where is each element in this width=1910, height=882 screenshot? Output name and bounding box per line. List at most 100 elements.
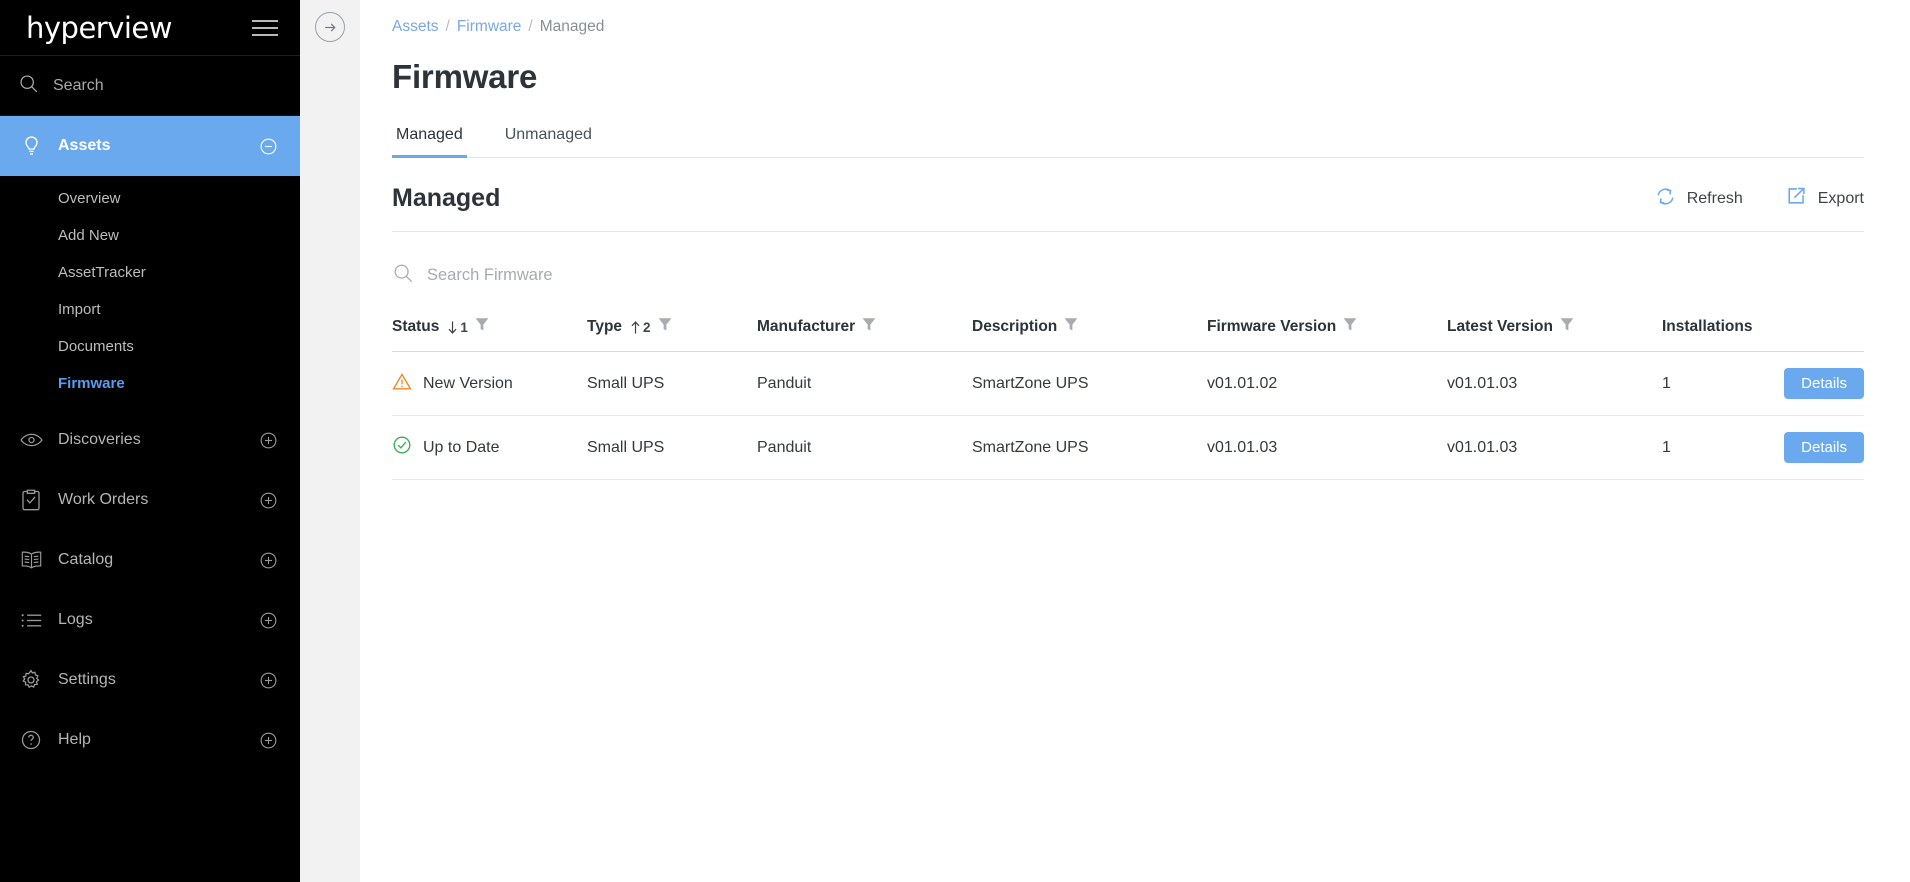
column-label: Installations [1662,318,1753,335]
tab-label: Managed [396,126,463,143]
refresh-icon [1655,186,1676,212]
table-row[interactable]: New Version Small UPS Panduit SmartZone … [392,351,1864,416]
plus-circle-icon[interactable] [258,731,278,750]
refresh-label: Refresh [1686,189,1743,207]
details-button[interactable]: Details [1784,368,1864,399]
sidebar-subitems-assets: Overview Add New AssetTracker Import Doc… [0,176,300,410]
list-icon [18,612,44,629]
column-header-status[interactable]: Status 1 [392,317,587,352]
cell-installations: 1 [1662,415,1770,480]
column-header-actions [1769,317,1864,352]
section-title: Managed [392,184,501,212]
plus-circle-icon[interactable] [258,491,278,510]
table-row[interactable]: Up to Date Small UPS Panduit SmartZone U… [392,415,1864,480]
column-header-firmware-version[interactable]: Firmware Version [1207,317,1447,352]
filter-icon[interactable] [658,317,672,337]
export-label: Export [1817,189,1864,207]
sidebar-subitem-label: Add New [58,227,119,244]
section-header: Managed Refresh Export [392,184,1864,232]
sidebar-item-firmware[interactable]: Firmware [0,365,300,402]
eye-icon [18,432,44,448]
sidebar-subitem-label: AssetTracker [58,264,146,281]
column-header-installations[interactable]: Installations [1662,317,1770,352]
filter-icon[interactable] [1343,317,1357,337]
sidebar-subitem-label: Import [58,301,101,318]
plus-circle-icon[interactable] [258,551,278,570]
column-label: Description [972,318,1058,335]
column-label: Type [587,318,623,335]
sidebar-subitem-label: Firmware [58,375,125,392]
column-header-type[interactable]: Type 2 [587,317,757,352]
cell-actions: Details [1769,351,1864,416]
column-header-description[interactable]: Description [972,317,1207,352]
tab-managed[interactable]: Managed [392,118,467,158]
cell-firmware-version: v01.01.03 [1207,415,1447,480]
warning-triangle-icon [392,372,412,396]
cell-latest-version: v01.01.03 [1447,351,1662,416]
export-button[interactable]: Export [1785,185,1864,212]
table-head: Status 1 Type 2 Manufacturer Description… [392,317,1864,352]
filter-icon[interactable] [862,317,876,337]
arrow-right-circle-icon[interactable] [315,12,345,42]
status-label: New Version [423,374,513,392]
tab-unmanaged[interactable]: Unmanaged [501,118,596,158]
breadcrumb-link-assets[interactable]: Assets [392,18,439,36]
plus-circle-icon[interactable] [258,671,278,690]
cell-manufacturer: Panduit [757,351,972,416]
plus-circle-icon[interactable] [258,431,278,450]
breadcrumb-link-firmware[interactable]: Firmware [457,18,522,36]
hamburger-icon[interactable] [252,19,278,36]
sort-order: 1 [460,319,468,335]
column-header-manufacturer[interactable]: Manufacturer [757,317,972,352]
page-title: Firmware [392,58,538,95]
main-content: Assets / Firmware / Managed Firmware Man… [360,0,1910,882]
filter-icon[interactable] [1064,317,1078,337]
sort-desc-icon[interactable]: 1 [446,320,468,335]
sidebar-item-label: Work Orders [58,491,149,508]
export-icon [1785,185,1807,212]
sidebar-item-discoveries[interactable]: Discoveries [0,410,300,470]
cell-firmware-version: v01.01.02 [1207,351,1447,416]
breadcrumb: Assets / Firmware / Managed [392,0,1864,36]
sidebar-item-label: Logs [58,611,93,628]
sidebar-item-work-orders[interactable]: Work Orders [0,470,300,530]
filter-icon[interactable] [1560,317,1574,337]
sidebar-item-add-new[interactable]: Add New [0,217,300,254]
column-label: Firmware Version [1207,318,1337,335]
sidebar-item-label: Catalog [58,551,114,568]
book-icon [18,550,44,571]
sidebar-item-overview[interactable]: Overview [0,180,300,217]
clipboard-check-icon [18,489,44,512]
cell-type: Small UPS [587,415,757,480]
status-label: Up to Date [423,438,500,456]
sort-asc-icon[interactable]: 2 [629,320,651,335]
sidebar-item-documents[interactable]: Documents [0,328,300,365]
refresh-button[interactable]: Refresh [1655,186,1743,212]
cell-status: New Version [392,351,587,416]
sidebar-item-settings[interactable]: Settings [0,650,300,710]
sidebar-item-catalog[interactable]: Catalog [0,530,300,590]
search-icon [392,262,414,289]
cell-status: Up to Date [392,415,587,480]
sidebar-item-logs[interactable]: Logs [0,590,300,650]
sidebar-search[interactable]: Search [0,56,300,116]
section-actions: Refresh Export [1655,185,1864,212]
column-label: Status [392,318,440,335]
tab-label: Unmanaged [504,126,592,143]
filter-icon[interactable] [475,317,489,337]
minus-circle-icon[interactable] [258,137,278,156]
cell-actions: Details [1769,415,1864,480]
firmware-table: Status 1 Type 2 Manufacturer Description… [392,317,1864,480]
column-header-latest-version[interactable]: Latest Version [1447,317,1662,352]
sidebar-item-label: Help [58,731,91,748]
sidebar-item-assets[interactable]: Assets [0,116,300,176]
plus-circle-icon[interactable] [258,611,278,630]
tab-bar: Managed Unmanaged [392,118,1864,158]
sidebar-item-import[interactable]: Import [0,291,300,328]
firmware-search[interactable]: Search Firmware [392,262,1864,303]
table-header-row: Status 1 Type 2 Manufacturer Description… [392,317,1864,352]
details-button[interactable]: Details [1784,432,1864,463]
sidebar-item-help[interactable]: Help [0,710,300,770]
sidebar-item-assettracker[interactable]: AssetTracker [0,254,300,291]
cell-description: SmartZone UPS [972,415,1207,480]
